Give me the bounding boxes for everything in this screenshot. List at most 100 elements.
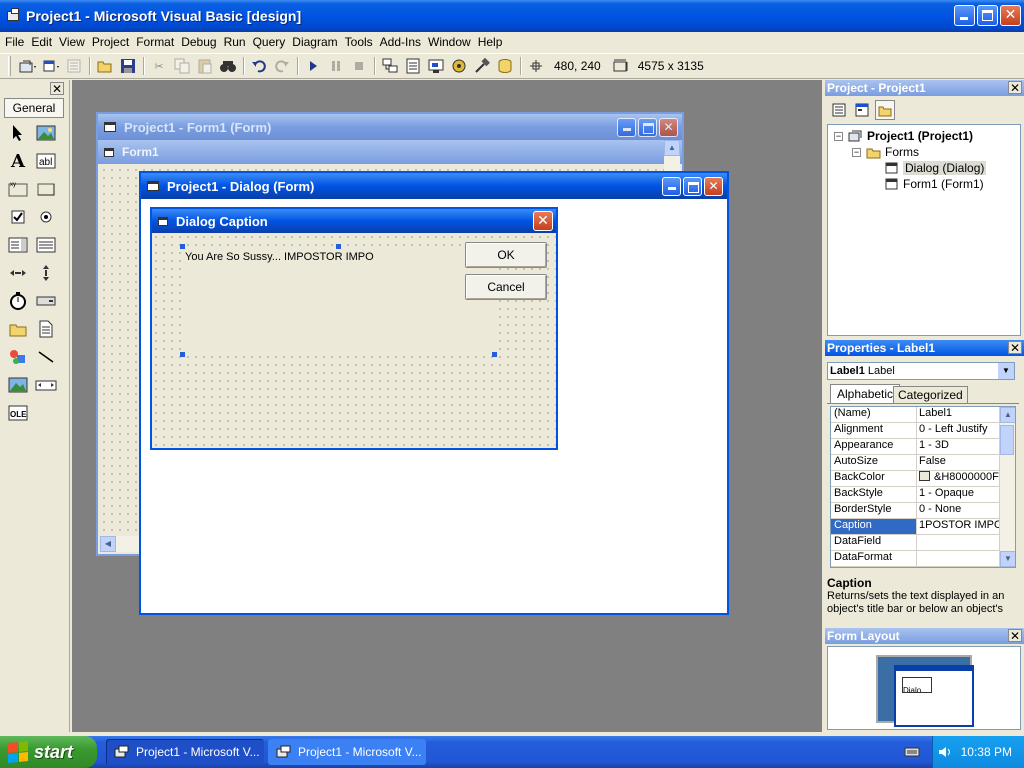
properties-close-button[interactable]: ✕ [1008,341,1022,354]
form-layout-close-button[interactable]: ✕ [1008,629,1022,642]
drivelistbox-tool[interactable] [34,289,58,313]
property-row[interactable]: AutoSize False [831,455,1015,471]
tab-alphabetic[interactable]: Alphabetic [830,384,901,404]
collapse-icon[interactable]: − [834,131,843,141]
dialog-form-minimize-button[interactable] [662,177,681,196]
redo-button[interactable] [271,55,293,77]
cut-button[interactable]: ✂ [148,55,170,77]
pointer-tool[interactable] [6,121,30,145]
label1-control[interactable]: You Are So Sussy... IMPOSTOR IMPO [184,251,496,355]
menu-query[interactable]: Query [253,35,286,49]
properties-title-bar[interactable]: Properties - Label1 ✕ [825,340,1024,356]
save-project-button[interactable] [117,55,139,77]
tree-item-form1[interactable]: Form1 (Form1) [884,177,984,191]
vscrollbar-tool[interactable] [34,261,58,285]
scroll-up-arrow[interactable]: ▲ [1000,407,1015,423]
ok-button[interactable]: OK [465,242,547,268]
menu-tools[interactable]: Tools [345,35,373,49]
menu-edit[interactable]: Edit [31,35,52,49]
toolbox-close-button[interactable]: ✕ [50,82,64,95]
paste-button[interactable] [194,55,216,77]
picturebox-tool[interactable] [34,121,58,145]
checkbox-tool[interactable] [6,205,30,229]
volume-speaker-icon[interactable] [937,744,953,760]
menu-window[interactable]: Window [428,35,471,49]
property-row[interactable]: (Name) Label1 [831,407,1015,423]
menu-project[interactable]: Project [92,35,129,49]
properties-window-button[interactable] [402,55,424,77]
form1-inner-title-bar[interactable]: Form1 [98,140,682,164]
taskbar-item-vb-1[interactable]: Project1 - Microsoft V... [106,739,264,765]
property-row[interactable]: BackStyle 1 - Opaque [831,487,1015,503]
maximize-button[interactable] [977,5,998,26]
chevron-down-icon[interactable]: ▼ [998,363,1014,379]
dialog-close-button[interactable]: ✕ [533,211,553,231]
scroll-down-arrow[interactable]: ▼ [1000,551,1015,567]
property-row-selected[interactable]: Caption 1POSTOR IMPO [831,519,1015,535]
menu-diagram[interactable]: Diagram [292,35,337,49]
menu-editor-button[interactable] [63,55,85,77]
form-layout-title-bar[interactable]: Form Layout ✕ [825,628,1024,644]
toolbox-general-tab[interactable]: General [4,98,64,118]
data-view-button[interactable] [494,55,516,77]
menu-run[interactable]: Run [224,35,246,49]
vb-app-icon[interactable] [6,8,22,24]
object-selector-combobox[interactable]: Label1 Label ▼ [827,362,1015,380]
find-button[interactable] [217,55,239,77]
resize-handle-nw[interactable] [180,244,185,249]
optionbutton-tool[interactable] [34,205,58,229]
menu-debug[interactable]: Debug [181,35,216,49]
resize-handle-w[interactable] [180,352,185,357]
listbox-tool[interactable] [34,233,58,257]
dialog-layout-preview[interactable]: Dialo [894,665,974,727]
project-explorer-title-bar[interactable]: Project - Project1 ✕ [825,80,1024,96]
menu-view[interactable]: View [59,35,85,49]
start-run-button[interactable] [302,55,324,77]
taskbar-item-vb-2[interactable]: Project1 - Microsoft V... [268,739,426,765]
copy-button[interactable] [171,55,193,77]
form1-title-bar[interactable]: Project1 - Form1 (Form) ✕ [98,114,682,140]
close-button[interactable]: ✕ [1000,5,1021,26]
dialog-form-title-bar[interactable]: Project1 - Dialog (Form) ✕ [141,173,727,199]
menu-add-ins[interactable]: Add-Ins [380,35,421,49]
scroll-left-arrow[interactable]: ◀ [100,536,116,552]
caption-value-editor[interactable]: 1POSTOR IMPO [917,519,999,534]
hscrollbar-tool[interactable] [6,261,30,285]
form-layout-button[interactable] [425,55,447,77]
break-button[interactable] [325,55,347,77]
main-title-bar[interactable]: Project1 - Microsoft Visual Basic [desig… [0,0,1024,32]
project-explorer-button[interactable] [379,55,401,77]
clock[interactable]: 10:38 PM [961,745,1012,759]
form1-close-button[interactable]: ✕ [659,118,678,137]
collapse-icon[interactable]: − [852,147,861,157]
tree-item-dialog[interactable]: Dialog (Dialog) [884,161,987,175]
toggle-folders-button[interactable] [875,100,895,120]
tab-categorized[interactable]: Categorized [893,386,968,404]
designed-dialog[interactable]: Dialog Caption ✕ You Are So Sussy... IMP… [150,207,558,450]
menu-help[interactable]: Help [478,35,503,49]
scroll-thumb[interactable] [1000,425,1014,455]
timer-tool[interactable] [6,289,30,313]
toolbar-grip[interactable] [8,56,11,76]
property-row[interactable]: Alignment 0 - Left Justify [831,423,1015,439]
minimize-button[interactable] [954,5,975,26]
image-tool[interactable] [6,373,30,397]
cancel-button[interactable]: Cancel [465,274,547,300]
filelistbox-tool[interactable] [34,317,58,341]
dialog-form-close-button[interactable]: ✕ [704,177,723,196]
commandbutton-tool[interactable] [34,177,58,201]
ole-tool[interactable]: OLE [6,401,30,425]
start-button[interactable]: start [0,736,97,768]
add-form-button[interactable] [40,55,62,77]
resize-handle-n[interactable] [336,244,341,249]
open-project-button[interactable] [94,55,116,77]
property-row[interactable]: BackColor &H8000000F [831,471,1015,487]
toolbox-button[interactable] [471,55,493,77]
property-row[interactable]: BorderStyle 0 - None [831,503,1015,519]
property-row[interactable]: DataFormat [831,551,1015,567]
property-grid-scrollbar[interactable]: ▲ ▼ [999,407,1015,567]
add-project-button[interactable] [17,55,39,77]
label-tool[interactable]: A [6,149,30,173]
scroll-up-arrow[interactable]: ▲ [664,140,680,156]
data-tool[interactable] [34,373,58,397]
